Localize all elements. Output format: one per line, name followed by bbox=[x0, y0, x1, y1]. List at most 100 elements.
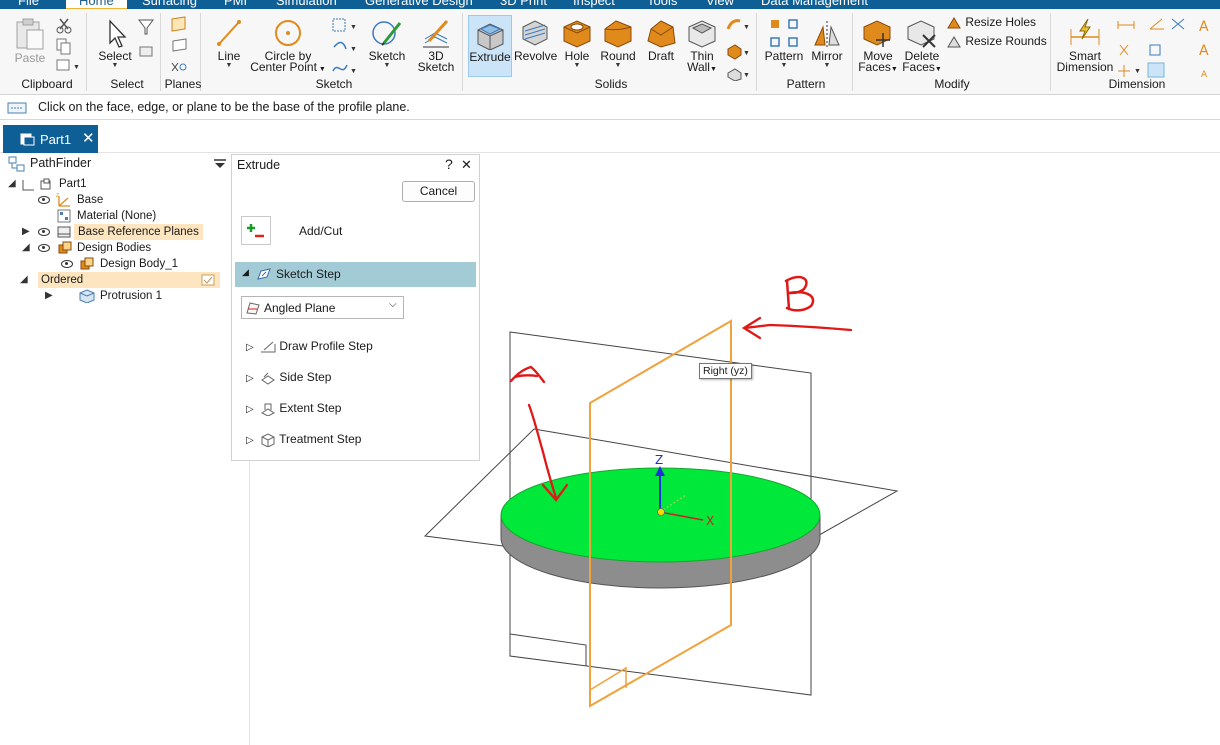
round-button[interactable]: Round ▼ bbox=[598, 17, 638, 70]
move-faces-button[interactable]: Move Faces▼ bbox=[858, 17, 898, 75]
command-bar-icon[interactable] bbox=[7, 102, 27, 114]
tree-label: Material (None) bbox=[77, 210, 157, 222]
plane-method-dropdown[interactable]: Angled Plane ⌵ bbox=[241, 296, 404, 319]
filter-icon[interactable] bbox=[137, 17, 155, 62]
draw-profile-icon bbox=[261, 341, 276, 353]
side-step-label: Side Step bbox=[279, 370, 332, 384]
3d-sketch-button[interactable]: 3D Sketch bbox=[416, 17, 456, 73]
menu-home[interactable]: Home bbox=[66, 0, 127, 9]
tree-item-ordered[interactable]: Ordered bbox=[38, 272, 220, 288]
tree-item-base-reference-planes[interactable]: ▶ Base Reference Planes bbox=[0, 224, 240, 240]
visibility-eye-icon[interactable] bbox=[38, 228, 50, 236]
menu-view[interactable]: View bbox=[706, 0, 734, 8]
collapse-icon[interactable]: ◢ bbox=[242, 267, 249, 278]
mirror-button[interactable]: Mirror ▼ bbox=[808, 17, 846, 70]
treatment-step-icon bbox=[261, 433, 275, 448]
treatment-step-row[interactable]: ▷ Treatment Step bbox=[246, 432, 361, 448]
sketch-step-row[interactable]: ◢ Sketch Step bbox=[235, 262, 476, 287]
pathfinder-panel: PathFinder ◢ Part1 Z Base Material (None… bbox=[0, 154, 250, 745]
menu-data-management[interactable]: Data Management bbox=[761, 0, 868, 8]
reference-planes-icon bbox=[57, 226, 71, 238]
tree-label: Part1 bbox=[59, 178, 87, 190]
thin-wall-button[interactable]: Thin Wall▼ bbox=[684, 17, 720, 75]
delete-faces-icon bbox=[907, 20, 936, 48]
line-icon bbox=[217, 20, 241, 46]
select-button[interactable]: Select ▼ bbox=[96, 17, 134, 70]
expand-icon[interactable]: ▷ bbox=[246, 342, 254, 353]
menu-inspect[interactable]: Inspect bbox=[573, 0, 615, 8]
tree-item-base[interactable]: Z Base bbox=[0, 192, 240, 208]
annotation-letter-b bbox=[784, 275, 815, 312]
menu-tools[interactable]: Tools bbox=[647, 0, 677, 8]
cancel-button[interactable]: Cancel bbox=[402, 181, 475, 202]
paste-button[interactable]: Paste bbox=[12, 17, 48, 64]
close-icon[interactable]: ✕ bbox=[461, 157, 472, 173]
expand-icon[interactable]: ▷ bbox=[246, 373, 254, 384]
svg-text:A: A bbox=[1201, 70, 1208, 80]
text-style-icon[interactable]: AAA bbox=[1197, 15, 1217, 81]
collapse-icon[interactable]: ◢ bbox=[8, 176, 16, 192]
tree-label: Base Reference Planes bbox=[74, 224, 203, 240]
hole-button[interactable]: Hole ▼ bbox=[560, 17, 594, 70]
move-faces-label-2: Faces bbox=[858, 60, 891, 74]
coordinate-system-icon: Z bbox=[56, 193, 70, 207]
draw-profile-step-row[interactable]: ▷ Draw Profile Step bbox=[246, 339, 373, 354]
close-tab-icon[interactable]: ✕ bbox=[82, 129, 95, 147]
document-tab-part1[interactable]: Part1 ✕ bbox=[3, 125, 98, 153]
dimension-tools-icon[interactable]: ▼ bbox=[1114, 15, 1194, 79]
menu-file[interactable]: File bbox=[18, 0, 39, 8]
group-sketch-label: Sketch bbox=[315, 77, 353, 91]
planes-icon[interactable] bbox=[168, 15, 192, 77]
help-icon[interactable]: ? bbox=[445, 156, 453, 172]
clipboard-tools-icon[interactable]: ▼ bbox=[52, 15, 82, 75]
circle-button[interactable]: Circle by Center Point ▼ bbox=[250, 17, 326, 75]
revolve-button[interactable]: Revolve bbox=[514, 17, 557, 62]
collapse-icon[interactable]: ◢ bbox=[22, 240, 30, 256]
svg-text:▼: ▼ bbox=[743, 72, 750, 79]
menu-3d-print[interactable]: 3D Print bbox=[500, 0, 547, 8]
draft-button[interactable]: Draft bbox=[644, 17, 678, 62]
pathfinder-menu-icon[interactable] bbox=[214, 159, 226, 169]
expand-icon[interactable]: ▷ bbox=[246, 435, 254, 446]
visibility-eye-icon[interactable] bbox=[61, 260, 73, 268]
design-body-icon bbox=[80, 257, 94, 270]
resize-rounds-icon bbox=[947, 36, 961, 48]
svg-text:Z: Z bbox=[56, 193, 59, 199]
visibility-eye-icon[interactable] bbox=[38, 244, 50, 252]
group-solids-label: Solids bbox=[594, 77, 628, 91]
part-icon bbox=[20, 133, 35, 146]
expand-icon[interactable]: ▶ bbox=[45, 288, 53, 304]
round-label: Round bbox=[600, 49, 636, 63]
tree-item-protrusion-1[interactable]: ▶ Protrusion 1 bbox=[0, 288, 240, 304]
delete-faces-button[interactable]: Delete Faces▼ bbox=[902, 17, 942, 75]
sketch-tools-icon[interactable]: ▼ ▼ ▼ bbox=[330, 15, 360, 79]
expand-icon[interactable]: ▶ bbox=[22, 224, 30, 240]
extrude-button[interactable]: Extrude bbox=[468, 15, 512, 77]
tree-item-design-body-1[interactable]: Design Body_1 bbox=[0, 256, 240, 272]
add-cut-button[interactable] bbox=[241, 216, 271, 245]
resize-holes-button[interactable]: Resize Holes bbox=[946, 16, 1036, 30]
svg-text:▼: ▼ bbox=[743, 24, 750, 31]
solids-extra-icon[interactable]: ▼ ▼ ▼ bbox=[724, 15, 752, 81]
line-button[interactable]: Line ▼ bbox=[212, 17, 246, 70]
expand-icon[interactable]: ▷ bbox=[246, 404, 254, 415]
line-label: Line bbox=[217, 49, 241, 63]
menu-surfacing[interactable]: Surfacing bbox=[142, 0, 197, 8]
resize-rounds-button[interactable]: Resize Rounds bbox=[946, 35, 1047, 49]
menu-simulation[interactable]: Simulation bbox=[276, 0, 337, 8]
extent-step-row[interactable]: ▷ Extent Step bbox=[246, 401, 341, 417]
menu-generative-design[interactable]: Generative Design bbox=[365, 0, 473, 8]
side-step-row[interactable]: ▷ Side Step bbox=[246, 370, 331, 385]
collapse-icon[interactable]: ◢ bbox=[20, 274, 28, 285]
smart-dimension-icon bbox=[1070, 18, 1100, 45]
tree-item-material[interactable]: Material (None) bbox=[0, 208, 240, 224]
tree-item-design-bodies[interactable]: ◢ Design Bodies bbox=[0, 240, 240, 256]
svg-text:▼: ▼ bbox=[350, 68, 357, 75]
pattern-button[interactable]: Pattern ▼ bbox=[763, 17, 805, 70]
sketch-label: Sketch bbox=[368, 49, 406, 63]
tree-item-part1[interactable]: ◢ Part1 bbox=[0, 176, 240, 192]
menu-pmi[interactable]: PMI bbox=[224, 0, 247, 8]
smart-dimension-button[interactable]: Smart Dimension bbox=[1056, 17, 1114, 73]
visibility-eye-icon[interactable] bbox=[38, 196, 50, 204]
sketch-button[interactable]: Sketch ▼ bbox=[368, 17, 406, 70]
